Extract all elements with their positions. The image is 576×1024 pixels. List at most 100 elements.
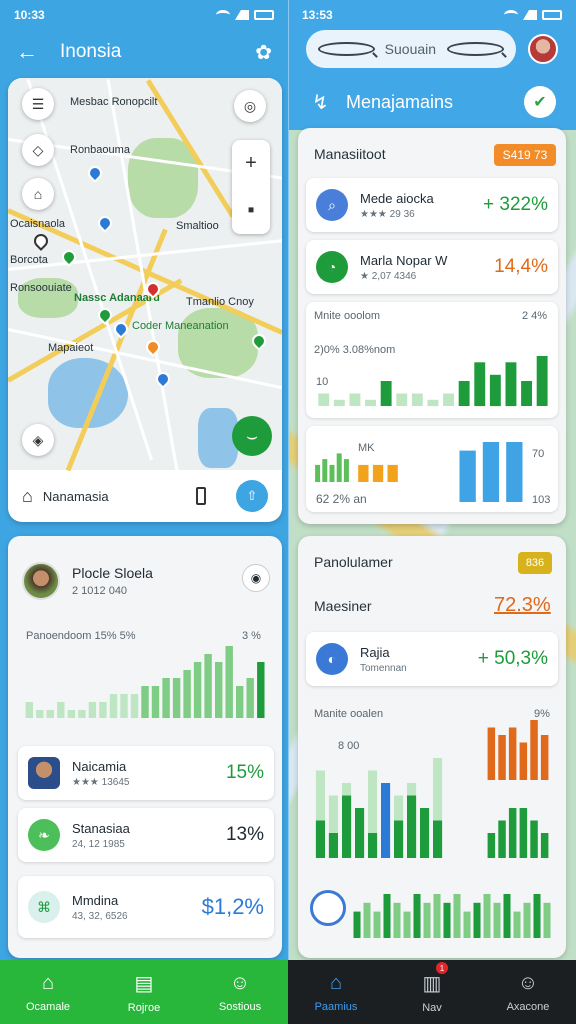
back-arrow-icon[interactable]: ← bbox=[16, 39, 46, 65]
phone-icon[interactable] bbox=[196, 487, 206, 505]
search-icon[interactable] bbox=[447, 42, 505, 56]
bar bbox=[162, 678, 170, 718]
profile-header[interactable]: Plocle Sloela 2 1012 040 bbox=[22, 562, 153, 600]
bar bbox=[67, 710, 76, 718]
map-pin-icon[interactable] bbox=[95, 213, 115, 233]
list-item[interactable]: Naicamia ★★★ 13645 15% bbox=[18, 746, 274, 800]
share-button[interactable]: ⇧ bbox=[236, 480, 268, 512]
battery-icon bbox=[542, 10, 562, 20]
pin-outline-icon[interactable]: ⌂ bbox=[22, 178, 54, 210]
profile-card: Plocle Sloela 2 1012 040 ◉ Panoendoom 15… bbox=[8, 536, 282, 958]
bar bbox=[355, 808, 365, 858]
nav-item-home[interactable]: ⌂ Paamius bbox=[288, 960, 384, 1024]
home-icon: ⌂ bbox=[329, 971, 343, 994]
bar bbox=[530, 820, 538, 858]
map-label: Mesbac Ronopcilt bbox=[70, 96, 158, 108]
bar bbox=[458, 381, 470, 406]
count-badge[interactable]: 836 bbox=[518, 552, 552, 574]
item-sub: Tomennan bbox=[360, 662, 407, 674]
home-icon[interactable]: ⌂ bbox=[22, 486, 33, 507]
bar bbox=[482, 442, 500, 502]
bar-chart-3-svg bbox=[25, 646, 265, 718]
item-value: 14,4% bbox=[494, 256, 548, 277]
locate-icon[interactable]: ◎ bbox=[234, 90, 266, 122]
list-item[interactable]: ❧ Stanasiaa 24, 12 1985 13% bbox=[18, 808, 274, 862]
list-item[interactable]: ⌘ Mmdina 43, 32, 6526 $1,2% bbox=[18, 876, 274, 938]
bar bbox=[109, 694, 118, 718]
wifi-icon bbox=[216, 10, 230, 20]
search-bar[interactable]: Suouain bbox=[306, 30, 516, 68]
nav-label: Sostious bbox=[218, 1000, 262, 1013]
bar-chart-1: Mnite ooolom 2 4% 2)0% 3.08%nom 10 bbox=[306, 302, 558, 418]
bar-chart-3: Panoendoom 15% 5% 3 % bbox=[16, 622, 274, 722]
nav-item-profile[interactable]: ☺ Sostious bbox=[192, 960, 288, 1024]
bar bbox=[540, 735, 549, 780]
nav-item-document[interactable]: ▥ 1 Nav bbox=[384, 960, 480, 1024]
compass-icon[interactable]: ◇ bbox=[22, 134, 54, 166]
list-item[interactable]: ◐ Rajia Tomennan + 50,3% bbox=[306, 632, 558, 686]
bar bbox=[315, 464, 321, 482]
bar bbox=[474, 362, 486, 407]
search-input[interactable]: Suouain bbox=[385, 41, 438, 57]
profile-sub: 2 1012 040 bbox=[72, 585, 128, 597]
bar bbox=[328, 833, 338, 858]
bar bbox=[489, 374, 501, 407]
navigate-icon[interactable]: ◈ bbox=[22, 424, 54, 456]
layers-icon[interactable]: ☰ bbox=[22, 88, 54, 120]
item-sub: 24, 12 1985 bbox=[72, 838, 125, 850]
bar bbox=[530, 720, 538, 780]
bar bbox=[172, 678, 181, 718]
nav-item-home[interactable]: ⌂ Ocamale bbox=[0, 960, 96, 1024]
zoom-in-icon[interactable]: + bbox=[245, 152, 257, 175]
bar bbox=[540, 833, 549, 858]
bar bbox=[411, 393, 423, 406]
bar-chart-5 bbox=[306, 876, 558, 940]
bar-chart-4-svg bbox=[315, 720, 549, 858]
avatar[interactable] bbox=[528, 34, 558, 64]
avatar bbox=[22, 562, 60, 600]
list-item[interactable]: ⌕ Mede aiocka ★★★ 29 36 + 322% bbox=[306, 178, 558, 232]
chart-icon: ◐ bbox=[316, 643, 348, 675]
nav-item-list[interactable]: ▤ Rojroe bbox=[96, 960, 192, 1024]
search-icon bbox=[318, 42, 375, 56]
bar bbox=[25, 702, 33, 718]
bar bbox=[513, 911, 521, 938]
item-value: + 322% bbox=[483, 194, 548, 215]
bar bbox=[519, 808, 528, 858]
bar bbox=[78, 710, 86, 718]
map-pin-icon[interactable] bbox=[153, 369, 173, 389]
signal-icon bbox=[235, 10, 249, 20]
home-icon: ⌂ bbox=[41, 971, 55, 994]
chart-icon: ◔ bbox=[316, 251, 348, 283]
item-name: Mmdina bbox=[72, 892, 119, 908]
map-pin-icon[interactable] bbox=[31, 231, 51, 251]
list-item[interactable]: ◔ Marla Nopar W ★ 2,07 4346 14,4% bbox=[306, 240, 558, 294]
bar bbox=[394, 820, 404, 858]
amount-badge[interactable]: S419 73 bbox=[494, 144, 556, 166]
item-value: 15% bbox=[225, 762, 264, 783]
bar bbox=[543, 902, 551, 938]
bar bbox=[420, 808, 430, 858]
bar bbox=[413, 894, 421, 938]
location-pin-icon[interactable]: ◉ bbox=[242, 564, 270, 592]
bar bbox=[533, 894, 541, 938]
bottom-nav-left: ⌂ Ocamale ▤ Rojroe ☺ Sostious bbox=[0, 960, 288, 1024]
bar bbox=[463, 911, 471, 938]
item-name: Marla Nopar W bbox=[360, 252, 448, 268]
bar bbox=[498, 820, 506, 858]
bar bbox=[483, 894, 491, 938]
directions-fab[interactable]: ⌣ bbox=[232, 416, 272, 456]
item-value: 13% bbox=[225, 824, 264, 845]
check-button[interactable]: ✔ bbox=[524, 86, 556, 118]
menu-icon[interactable]: ↯ bbox=[300, 90, 330, 115]
metrics-card: Manasiitoot S419 73 ⌕ Mede aiocka ★★★ 29… bbox=[298, 128, 566, 524]
bar bbox=[120, 694, 128, 718]
bar bbox=[358, 464, 369, 482]
flower-icon[interactable]: ✿ bbox=[255, 40, 272, 65]
bar bbox=[536, 356, 548, 406]
map-view[interactable]: Mesbac Ronopcilt Ronbaouma Smaltioo Ocai… bbox=[8, 78, 282, 474]
briefcase-icon[interactable]: ▪ bbox=[247, 199, 254, 222]
nav-item-account[interactable]: ☺ Axacone bbox=[480, 960, 576, 1024]
map-pin-icon[interactable] bbox=[143, 337, 163, 357]
map-pin-icon[interactable] bbox=[85, 163, 105, 183]
